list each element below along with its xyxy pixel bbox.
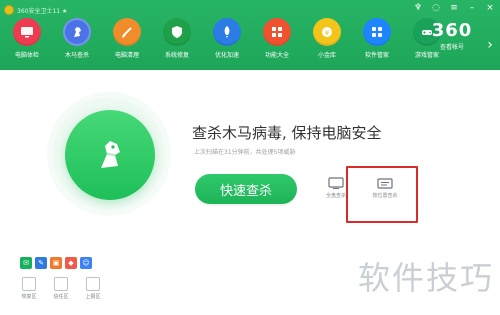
full-scan-label: 全盘查杀 [325,193,346,199]
horse-icon [63,18,91,46]
nav-item-speedup[interactable]: 优化加速 [202,16,252,68]
mail-icon[interactable]: ✉ [20,257,32,269]
page-headline: 查杀木马病毒, 保持电脑安全 [192,124,382,142]
brand-area[interactable]: 360 查看帐号 [422,22,482,62]
horse-head-icon [101,141,120,168]
apps-icon [363,18,391,46]
app-header: 360安全卫士11 ★ ♆ ◌ ≡ – × 电脑体检 木马查杀 电脑清理 系统修… [0,0,500,70]
trojan-scan-badge [65,110,155,200]
recovery-area[interactable]: 恢复区 [18,277,40,305]
svg-text:¥: ¥ [325,29,330,37]
monitor-outline-icon [328,177,344,189]
nav-label: 系统修复 [164,52,189,59]
nav-label: 电脑体检 [14,52,39,59]
broom-icon [113,18,141,46]
tag-icon[interactable]: ◆ [65,257,77,269]
nav-label: 电脑清理 [114,52,139,59]
minimize-icon[interactable]: – [466,2,478,14]
nav-label: 木马查杀 [64,52,89,59]
nav-label: 软件管家 [364,52,389,59]
brand-sub: 查看帐号 [439,44,464,51]
recovery-label: 恢复区 [21,294,37,300]
nav-item-cleanup[interactable]: 电脑清理 [102,16,152,68]
trust-area[interactable]: 信任区 [50,277,72,305]
nav-item-trojan-scan[interactable]: 木马查杀 [52,16,102,68]
upload-icon [86,277,100,291]
bottom-tiny-icons: ✉ ✎ ▣ ◆ ☺ [20,257,92,269]
nav-label: 优化加速 [214,52,239,59]
close-icon[interactable]: × [484,2,496,14]
coin-icon: ¥ [313,18,341,46]
nav-label: 功能大全 [264,52,289,59]
window-controls: ♆ ◌ ≡ – × [412,2,496,14]
scan-status-text: 上次扫描在31分钟前，共处理5项威胁 [194,149,296,156]
menu-icon[interactable]: ≡ [448,2,460,14]
app-logo-icon [4,5,14,15]
trust-label: 信任区 [53,294,69,300]
shirt-icon[interactable]: ◌ [430,2,442,14]
quick-scan-button[interactable]: 快速查杀 [195,174,297,204]
report-label: 上报区 [85,294,101,300]
rocket-icon [213,18,241,46]
brand-number: 360 [431,20,473,41]
nav-label: 小金库 [317,52,336,59]
chat-icon[interactable]: ✎ [35,257,47,269]
user-icon[interactable]: ☺ [80,257,92,269]
nav-item-repair[interactable]: 系统修复 [152,16,202,68]
bottom-tools: 恢复区 信任区 上报区 [18,277,104,305]
shield-outline-icon [54,277,68,291]
top-nav: 电脑体检 木马查杀 电脑清理 系统修复 优化加速 功能大全 ¥ 小金库 软件管家… [2,16,452,68]
nav-item-pc-checkup[interactable]: 电脑体检 [2,16,52,68]
nav-item-vault[interactable]: ¥ 小金库 [302,16,352,68]
recycle-icon [22,277,36,291]
app-title-bar: 360安全卫士11 ★ [4,4,67,16]
app-title: 360安全卫士11 ★ [17,7,68,15]
skin-icon[interactable]: ♆ [412,2,424,14]
chevron-right-icon[interactable]: › [484,35,496,55]
highlight-box [346,166,418,223]
report-area[interactable]: 上报区 [82,277,104,305]
monitor-icon [13,18,41,46]
shield-icon [163,18,191,46]
grid-icon [263,18,291,46]
watermark-text: 软件技巧 [357,259,494,297]
bag-icon[interactable]: ▣ [50,257,62,269]
nav-item-software[interactable]: 软件管家 [352,16,402,68]
nav-item-features[interactable]: 功能大全 [252,16,302,68]
